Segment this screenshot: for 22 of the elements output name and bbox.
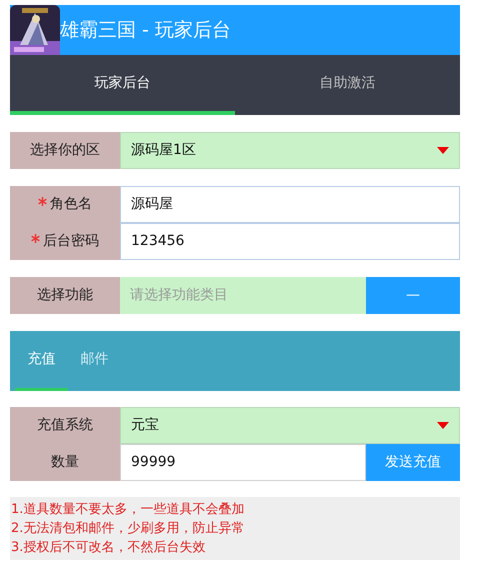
note-text: 2.无法清包和邮件，少刷多用，防止异常	[11, 520, 246, 538]
field-label: 数量	[10, 444, 120, 481]
dropdown-caret-icon	[437, 422, 449, 429]
note-text: 3.授权后不可改名，不然后台失效	[11, 539, 206, 557]
select-field[interactable]: 元宝	[120, 407, 460, 444]
page-title: 雄霸三国 - 玩家后台	[60, 18, 231, 43]
dropdown-caret-icon	[437, 147, 449, 154]
select-field[interactable]: 请选择功能类目	[120, 277, 366, 314]
select-value: 源码屋1区	[131, 141, 196, 160]
nav-tab[interactable]: 玩家后台	[10, 55, 235, 115]
nav-tab[interactable]: 自助激活	[235, 55, 460, 115]
text-field[interactable]: 123456	[120, 223, 460, 260]
text-field[interactable]: 99999	[120, 444, 366, 481]
text-field[interactable]: 源码屋	[120, 186, 460, 223]
note-text: 1.道具数量不要太多，一些道具不会叠加	[11, 501, 246, 519]
field-label: 角色名	[50, 195, 92, 214]
field-label: 选择你的区	[10, 132, 120, 169]
select-field[interactable]: 源码屋1区	[120, 132, 460, 169]
field-label: 充值系统	[10, 407, 120, 444]
select-value: 元宝	[131, 416, 159, 435]
field-label: 选择功能	[10, 277, 120, 314]
field-label: 后台密码	[43, 232, 99, 251]
